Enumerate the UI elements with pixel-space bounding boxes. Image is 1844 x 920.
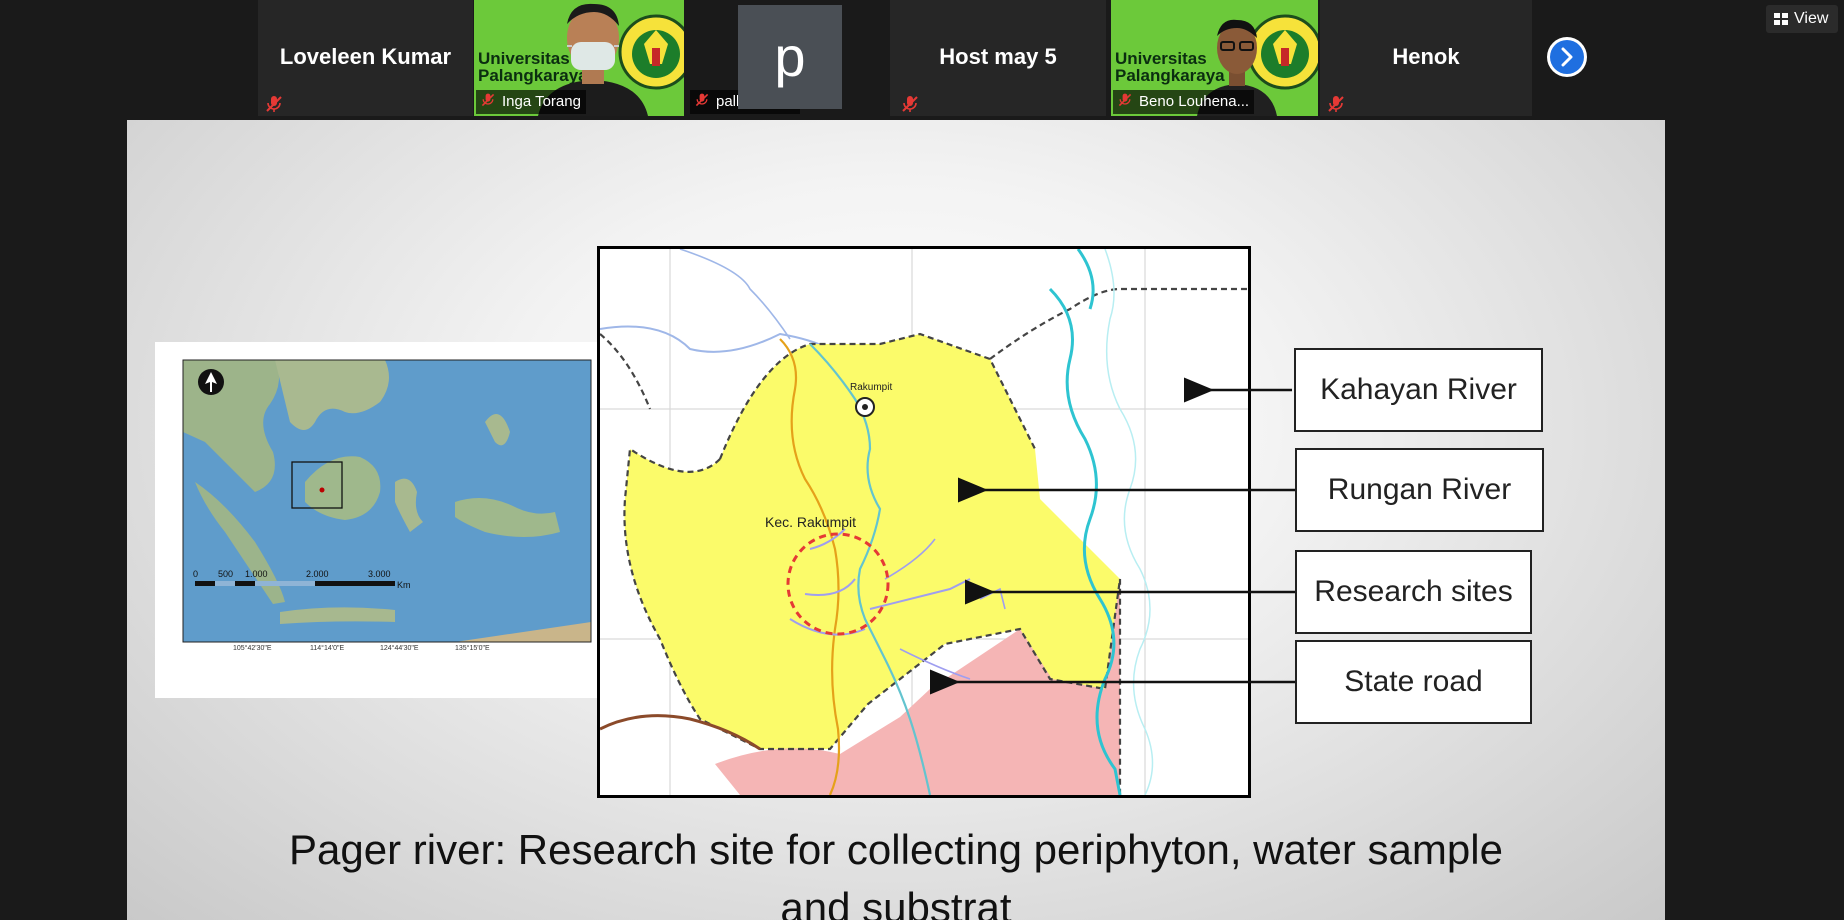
participant-name: Henok [1392, 44, 1460, 69]
shared-slide: 0 500 1.000 2.000 3.000 Km 105°42'30"E 1… [127, 120, 1665, 920]
mic-muted-icon [1328, 96, 1344, 112]
participant-strip: Loveleen Kumar Universitas Palangkaraya I… [0, 0, 1844, 118]
slide-caption-line1: Pager river: Research site for collectin… [289, 826, 1503, 873]
mic-muted-icon [1118, 93, 1132, 107]
mic-muted-icon [481, 93, 495, 107]
participant-video-tile[interactable]: Universitas Palangkaraya Inga Torang [474, 0, 684, 116]
view-button[interactable]: View [1766, 5, 1838, 33]
participant-tile[interactable]: Host may 5 [890, 0, 1106, 116]
chevron-right-icon [1561, 47, 1573, 67]
label-rungan-river: Rungan River [1295, 448, 1544, 532]
label-research-sites: Research sites [1295, 550, 1532, 634]
mic-muted-icon [902, 96, 918, 112]
participant-tile[interactable]: Henok [1320, 0, 1532, 116]
grid-icon [1774, 13, 1788, 25]
label-state-road: State road [1295, 640, 1532, 724]
mic-muted-icon [266, 96, 282, 112]
participant-name: Inga Torang [502, 93, 581, 110]
mic-muted-icon [695, 93, 709, 107]
participant-name: Host may 5 [939, 44, 1057, 69]
participant-video-tile[interactable]: Universitas Palangkaraya Beno Louhena... [1111, 0, 1318, 116]
participant-avatar: p [738, 5, 842, 109]
participant-tile[interactable]: Loveleen Kumar [258, 0, 473, 116]
slide-caption-line2: and substrat [780, 884, 1012, 920]
next-page-button[interactable] [1547, 37, 1587, 77]
participant-name: Loveleen Kumar [279, 44, 452, 69]
view-label: View [1794, 10, 1829, 27]
participant-name-tag: Inga Torang [476, 90, 586, 114]
participant-name-tag: Beno Louhena... [1113, 90, 1255, 114]
label-kahayan-river: Kahayan River [1294, 348, 1543, 432]
participant-name: Beno Louhena... [1139, 93, 1250, 110]
